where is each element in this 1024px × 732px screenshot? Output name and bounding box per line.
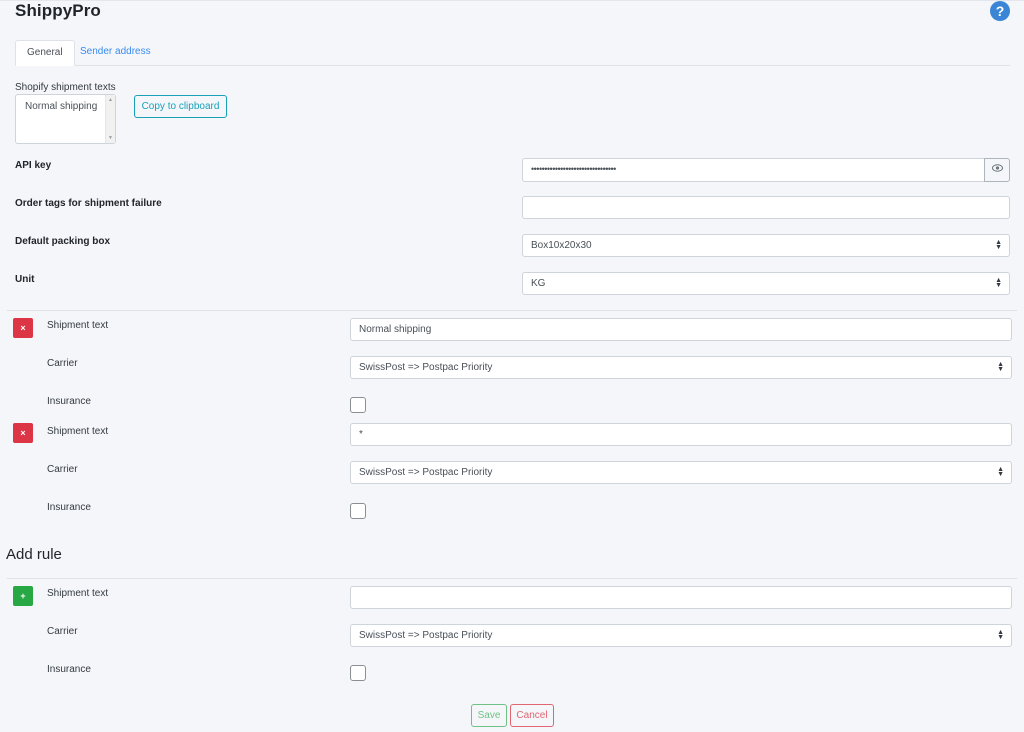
order-tags-label: Order tags for shipment failure [15,198,162,209]
shipment-texts-item[interactable]: Normal shipping [25,101,97,112]
insurance-checkbox[interactable] [350,397,366,413]
shipment-text-label: Shipment text [47,426,109,437]
packing-box-value: Box10x20x30 [531,240,592,251]
carrier-label: Carrier [47,626,78,637]
plus-icon: + [20,591,26,601]
select-arrows-icon: ▲ ▼ [997,629,1004,641]
divider [7,310,1017,311]
carrier-value: SwissPost => Postpac Priority [359,362,493,373]
cancel-button[interactable]: Cancel [510,704,554,727]
tab-general[interactable]: General [15,40,75,66]
close-icon: × [20,428,26,438]
insurance-label: Insurance [47,502,91,513]
shipment-text-label: Shipment text [47,320,109,331]
carrier-label: Carrier [47,358,78,369]
close-icon: × [20,323,26,333]
carrier-select[interactable]: SwissPost => Postpac Priority ▲ ▼ [350,461,1012,484]
unit-value: KG [531,278,546,289]
insurance-checkbox[interactable] [350,503,366,519]
api-key-input[interactable]: •••••••••••••••••••••••••••••••• [522,158,985,182]
shipment-text-input[interactable]: * [350,423,1012,446]
order-tags-input[interactable] [522,196,1010,219]
carrier-value: SwissPost => Postpac Priority [359,467,493,478]
shipment-text-label: Shipment text [47,588,109,599]
show-api-key-button[interactable] [984,158,1010,182]
eye-icon [991,164,1003,175]
shipment-texts-list[interactable]: Normal shipping ▲ ▼ [15,94,116,144]
new-insurance-checkbox[interactable] [350,665,366,681]
delete-rule-button[interactable]: × [13,423,33,443]
packing-box-select[interactable]: Box10x20x30 ▲ ▼ [522,234,1010,257]
copy-to-clipboard-button[interactable]: Copy to clipboard [134,95,227,118]
insurance-label: Insurance [47,664,91,675]
divider [7,578,1017,579]
packing-box-label: Default packing box [15,236,111,247]
shipment-text-input[interactable]: Normal shipping [350,318,1012,341]
carrier-label: Carrier [47,464,78,475]
new-carrier-select[interactable]: SwissPost => Postpac Priority ▲ ▼ [350,624,1012,647]
add-rule-heading: Add rule [6,546,62,563]
select-arrows-icon: ▲ ▼ [995,239,1002,251]
insurance-label: Insurance [47,396,91,407]
scrollbar[interactable]: ▲ ▼ [105,95,115,143]
help-icon[interactable]: ? [990,1,1010,21]
select-arrows-icon: ▲ ▼ [997,361,1004,373]
select-arrows-icon: ▲ ▼ [997,466,1004,478]
select-arrows-icon: ▲ ▼ [995,277,1002,289]
scroll-up-icon[interactable]: ▲ [108,97,113,103]
carrier-value: SwissPost => Postpac Priority [359,630,493,641]
new-shipment-text-input[interactable] [350,586,1012,609]
add-rule-button[interactable]: + [13,586,33,606]
page-title: ShippyPro [15,1,101,20]
tab-bar: General Sender address [15,40,1010,66]
shipment-texts-label: Shopify shipment texts [15,82,116,93]
tab-sender-address[interactable]: Sender address [69,40,162,66]
unit-label: Unit [15,274,35,285]
save-button[interactable]: Save [471,704,507,727]
delete-rule-button[interactable]: × [13,318,33,338]
carrier-select[interactable]: SwissPost => Postpac Priority ▲ ▼ [350,356,1012,379]
scroll-down-icon[interactable]: ▼ [108,135,113,141]
unit-select[interactable]: KG ▲ ▼ [522,272,1010,295]
api-key-label: API key [15,160,52,171]
